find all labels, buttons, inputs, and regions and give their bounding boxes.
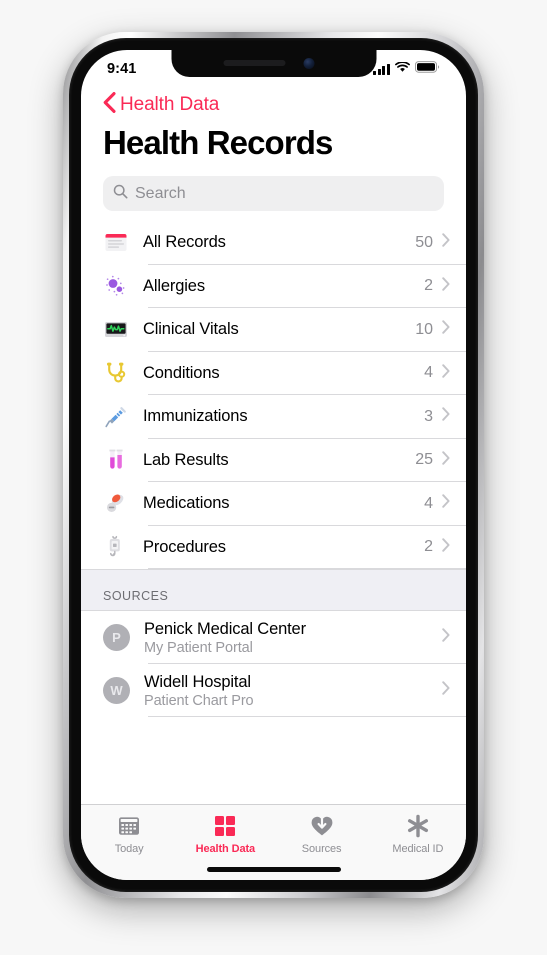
record-row-all-records[interactable]: All Records 50 bbox=[81, 221, 466, 265]
search-bar[interactable] bbox=[103, 176, 444, 211]
record-row-allergies[interactable]: Allergies 2 bbox=[81, 264, 466, 308]
phone-screen: 9:41 Health Data Health Records Search A… bbox=[81, 50, 466, 880]
notch bbox=[171, 50, 376, 77]
source-text: Penick Medical Center My Patient Portal bbox=[144, 620, 442, 656]
record-row-count: 3 bbox=[424, 407, 433, 425]
chevron-right-icon bbox=[442, 320, 450, 339]
records-list: All Records 50 Allergies 2 Clinical Vitals… bbox=[81, 221, 466, 717]
avatar: P bbox=[103, 624, 130, 651]
record-row-clinical-vitals[interactable]: Clinical Vitals 10 bbox=[81, 308, 466, 352]
source-row-w[interactable]: W Widell Hospital Patient Chart Pro bbox=[81, 664, 466, 717]
record-row-label: Conditions bbox=[143, 363, 220, 382]
pills-icon bbox=[103, 491, 129, 517]
source-title: Widell Hospital bbox=[144, 672, 251, 691]
back-button[interactable]: Health Data bbox=[81, 92, 466, 118]
phone-bezel: 9:41 Health Data Health Records Search A… bbox=[69, 38, 478, 892]
chevron-left-icon bbox=[103, 92, 116, 118]
tab-sources[interactable]: Sources bbox=[274, 813, 370, 855]
record-row-immunizations[interactable]: Immunizations 3 bbox=[81, 395, 466, 439]
tab-label: Today bbox=[114, 843, 144, 855]
source-row-p[interactable]: P Penick Medical Center My Patient Portal bbox=[81, 611, 466, 664]
record-row-count: 2 bbox=[424, 538, 433, 556]
source-title: Penick Medical Center bbox=[144, 619, 306, 638]
wifi-icon bbox=[395, 60, 410, 78]
record-row-label: All Records bbox=[143, 233, 226, 252]
chevron-right-icon bbox=[442, 628, 450, 647]
record-row-count: 4 bbox=[424, 494, 433, 512]
chevron-right-icon bbox=[442, 233, 450, 252]
phone-frame: 9:41 Health Data Health Records Search A… bbox=[63, 32, 484, 898]
tab-medical-id[interactable]: Medical ID bbox=[370, 813, 466, 855]
record-row-label: Lab Results bbox=[143, 450, 229, 469]
heart-download-icon bbox=[309, 813, 335, 839]
record-row-label: Clinical Vitals bbox=[143, 320, 239, 339]
record-row-count: 2 bbox=[424, 277, 433, 295]
battery-full-icon bbox=[415, 60, 440, 78]
record-row-count: 50 bbox=[415, 233, 433, 251]
records-document-icon bbox=[103, 230, 129, 256]
source-text: Widell Hospital Patient Chart Pro bbox=[144, 673, 442, 709]
chevron-right-icon bbox=[442, 538, 450, 557]
search-input[interactable] bbox=[135, 184, 415, 203]
sources-section-header: SOURCES bbox=[81, 569, 466, 611]
tab-label: Medical ID bbox=[392, 843, 444, 855]
health-grid-icon bbox=[212, 813, 238, 839]
stethoscope-icon bbox=[103, 360, 129, 386]
chevron-right-icon bbox=[442, 451, 450, 470]
tab-label: Health Data bbox=[195, 843, 256, 855]
cellular-signal-icon bbox=[373, 63, 390, 75]
speaker-grille-icon bbox=[223, 60, 285, 66]
record-row-medications[interactable]: Medications 4 bbox=[81, 482, 466, 526]
record-row-count: 25 bbox=[415, 451, 433, 469]
record-row-procedures[interactable]: Procedures 2 bbox=[81, 525, 466, 569]
status-bar-indicators bbox=[373, 56, 440, 78]
back-button-label: Health Data bbox=[120, 94, 220, 115]
medical-asterisk-icon bbox=[405, 813, 431, 839]
avatar: W bbox=[103, 677, 130, 704]
search-icon bbox=[113, 184, 128, 204]
source-subtitle: My Patient Portal bbox=[144, 639, 253, 656]
status-bar-time: 9:41 bbox=[107, 61, 137, 77]
record-row-label: Medications bbox=[143, 494, 230, 513]
record-row-label: Allergies bbox=[143, 276, 205, 295]
record-row-conditions[interactable]: Conditions 4 bbox=[81, 351, 466, 395]
iv-bag-icon bbox=[103, 534, 129, 560]
tab-label: Sources bbox=[301, 843, 342, 855]
record-row-count: 10 bbox=[415, 320, 433, 338]
calendar-icon bbox=[116, 813, 142, 839]
allergies-particles-icon bbox=[103, 273, 129, 299]
test-tubes-icon bbox=[103, 447, 129, 473]
page-title: Health Records bbox=[103, 124, 333, 161]
front-camera-icon bbox=[303, 58, 314, 69]
tab-health-data[interactable]: Health Data bbox=[177, 813, 273, 855]
vitals-monitor-icon bbox=[103, 317, 129, 343]
record-row-count: 4 bbox=[424, 364, 433, 382]
record-row-label: Immunizations bbox=[143, 407, 248, 426]
chevron-right-icon bbox=[442, 277, 450, 296]
chevron-right-icon bbox=[442, 494, 450, 513]
chevron-right-icon bbox=[442, 407, 450, 426]
source-subtitle: Patient Chart Pro bbox=[144, 692, 254, 709]
home-indicator[interactable] bbox=[206, 867, 341, 872]
sources-header-label: SOURCES bbox=[103, 589, 169, 603]
record-row-label: Procedures bbox=[143, 537, 226, 556]
syringe-icon bbox=[103, 404, 129, 430]
chevron-right-icon bbox=[442, 364, 450, 383]
chevron-right-icon bbox=[442, 681, 450, 700]
tab-today[interactable]: Today bbox=[81, 813, 177, 855]
record-row-lab-results[interactable]: Lab Results 25 bbox=[81, 438, 466, 482]
